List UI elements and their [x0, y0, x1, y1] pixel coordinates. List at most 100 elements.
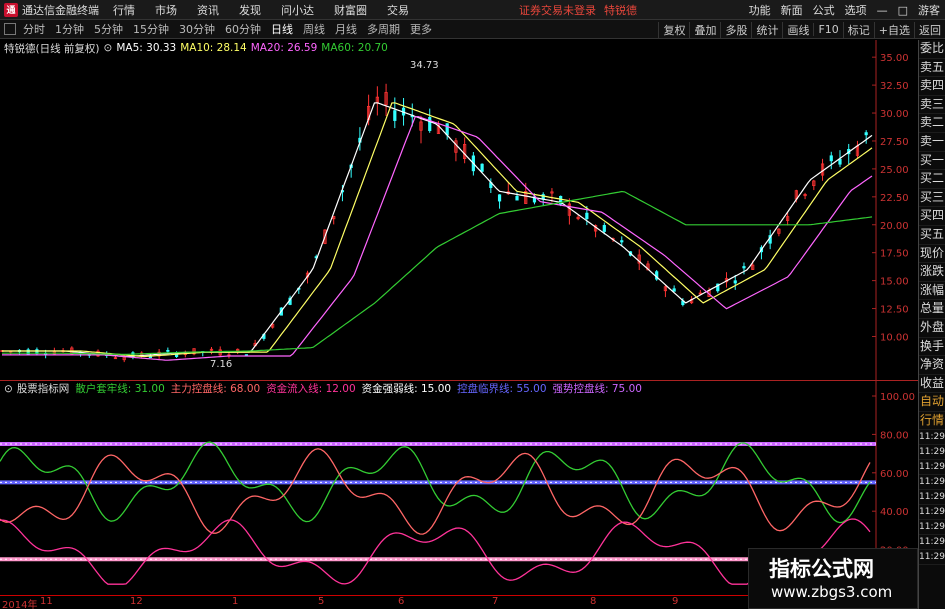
price-tick-label: 20.00	[880, 221, 909, 232]
tab-60min[interactable]: 60分钟	[220, 21, 266, 37]
tool-overlay[interactable]: 叠加	[689, 21, 720, 38]
tick-time-1: 11:29	[919, 445, 945, 461]
price-tick-label: 22.50	[880, 193, 909, 204]
ind-label-1: 主力控盘线: 68.00	[170, 383, 261, 395]
ind-label-5: 强势控盘线: 75.00	[552, 383, 642, 395]
chart-title: 特锐德(日线 前复权)	[4, 42, 100, 55]
period-menu-icon[interactable]	[4, 23, 16, 35]
menu-new-page[interactable]: 新面	[781, 2, 803, 18]
quote-field-2: 卖四	[919, 77, 945, 96]
tab-timeshare[interactable]: 分时	[18, 21, 50, 37]
ind-label-0: 散户套牢线: 31.00	[75, 383, 165, 395]
price-tick-label: 25.00	[880, 165, 909, 176]
candle-body	[480, 163, 484, 172]
price-tick-label: 30.00	[880, 109, 909, 120]
menu-discover[interactable]: 发现	[239, 2, 261, 18]
menu-formula[interactable]: 公式	[813, 2, 835, 18]
menu-trade[interactable]: 交易	[387, 2, 409, 18]
chart-tools: 复权 叠加 多股 统计 画线 F10 标记 +自选 返回	[658, 20, 945, 39]
price-chart[interactable]: 35.00 32.50 30.00 27.50 25.00 22.50 20.00 17.50…	[0, 40, 918, 380]
app-logo-icon: 通	[4, 2, 18, 17]
tab-monthly[interactable]: 月线	[330, 21, 362, 37]
quote-field-15: 外盘	[919, 319, 945, 338]
tick-time-4: 11:29	[919, 490, 945, 506]
candle-body	[148, 356, 152, 359]
price-tick-label: 15.00	[880, 277, 909, 288]
period-toolbar: 分时 1分钟 5分钟 15分钟 30分钟 60分钟 日线 周线 月线 多周期 更…	[0, 20, 945, 39]
quote-field-6: 买一	[919, 152, 945, 171]
menu-quotes[interactable]: 行情	[113, 2, 135, 18]
quote-field-8: 买三	[919, 189, 945, 208]
menu-wealth[interactable]: 财富圈	[334, 2, 367, 18]
quote-field-18: 收益	[919, 375, 945, 394]
tick-time-5: 11:29	[919, 505, 945, 521]
quote-field-5: 卖一	[919, 133, 945, 152]
menu-options[interactable]: 选项	[845, 2, 867, 18]
tab-5min[interactable]: 5分钟	[89, 21, 128, 37]
minimize-icon[interactable]: —	[877, 4, 888, 17]
tab-15min[interactable]: 15分钟	[128, 21, 174, 37]
auto-quote-0[interactable]: 自动	[919, 393, 945, 412]
user-label[interactable]: 游客	[918, 2, 940, 18]
tab-1min[interactable]: 1分钟	[50, 21, 89, 37]
candle-body	[445, 123, 449, 136]
price-tick-label: 12.50	[880, 305, 909, 316]
ma60-label: MA60: 20.70	[321, 42, 388, 54]
quote-field-11: 现价	[919, 245, 945, 264]
ind-label-3: 资金强弱线: 15.00	[361, 383, 452, 395]
ind-label-2: 资金流入线: 12.00	[266, 383, 356, 395]
tool-back[interactable]: 返回	[914, 21, 945, 38]
auto-quote-1[interactable]: 行情	[919, 412, 945, 431]
candle-body	[166, 349, 170, 352]
menu-function[interactable]: 功能	[749, 2, 771, 18]
trade-status[interactable]: 证券交易未登录	[519, 2, 596, 18]
date-label-1: 11	[40, 596, 53, 607]
candle-body	[829, 155, 833, 162]
candle-body	[620, 240, 624, 243]
indicator-name: 股票指标网	[16, 383, 70, 395]
tab-30min[interactable]: 30分钟	[174, 21, 220, 37]
high-annotation: 34.73	[410, 60, 439, 71]
ma10-label: MA10: 28.14	[180, 42, 247, 54]
tool-add-watchlist[interactable]: +自选	[873, 21, 914, 38]
watermark-url: www.zbgs3.com	[771, 583, 893, 601]
quote-field-3: 卖三	[919, 96, 945, 115]
date-label-0: 2014年	[2, 600, 38, 609]
tool-draw[interactable]: 画线	[782, 21, 813, 38]
tool-stats[interactable]: 统计	[751, 21, 782, 38]
menu-ask[interactable]: 问小达	[281, 2, 314, 18]
low-annotation: 7.16	[210, 359, 232, 370]
menu-news[interactable]: 资讯	[197, 2, 219, 18]
candle-body	[602, 225, 606, 232]
quote-field-9: 买四	[919, 207, 945, 226]
tab-daily[interactable]: 日线	[266, 21, 298, 37]
maximize-icon[interactable]: □	[898, 4, 908, 17]
price-tick-label: 10.00	[880, 332, 909, 343]
candle-body	[428, 117, 432, 132]
candle-body	[515, 195, 519, 201]
quote-field-4: 卖二	[919, 114, 945, 133]
tab-multi-period[interactable]: 多周期	[362, 21, 405, 37]
settings-icon[interactable]: ⊙	[104, 42, 113, 54]
indicator-settings-icon[interactable]: ⊙	[4, 383, 13, 395]
menu-bar: 通 通达信金融终端 行情 市场 资讯 发现 问小达 财富圈 交易 证券交易未登录…	[0, 0, 945, 20]
tab-weekly[interactable]: 周线	[298, 21, 330, 37]
indicator-info-line: ⊙ 股票指标网 散户套牢线: 31.00 主力控盘线: 68.00 资金流入线:…	[0, 381, 648, 396]
tool-adjust[interactable]: 复权	[658, 21, 689, 38]
tool-multi-stock[interactable]: 多股	[720, 21, 751, 38]
tool-mark[interactable]: 标记	[842, 21, 874, 38]
candle-body	[733, 280, 737, 284]
tick-time-0: 11:29	[919, 430, 945, 446]
date-label-8: 9	[672, 596, 679, 607]
tool-f10[interactable]: F10	[813, 23, 842, 36]
stock-name: 特锐德	[604, 3, 637, 17]
tab-more[interactable]: 更多	[405, 21, 437, 37]
tick-time-8: 11:29	[919, 550, 945, 566]
date-label-5: 6	[398, 596, 405, 607]
quote-field-14: 总量	[919, 300, 945, 319]
menu-right-group: 功能 新面 公式 选项 — □ 游客	[744, 0, 945, 20]
candle-body	[497, 194, 502, 202]
price-tick-label: 32.50	[880, 81, 909, 92]
menu-market[interactable]: 市场	[155, 2, 177, 18]
candle-body	[864, 132, 868, 136]
